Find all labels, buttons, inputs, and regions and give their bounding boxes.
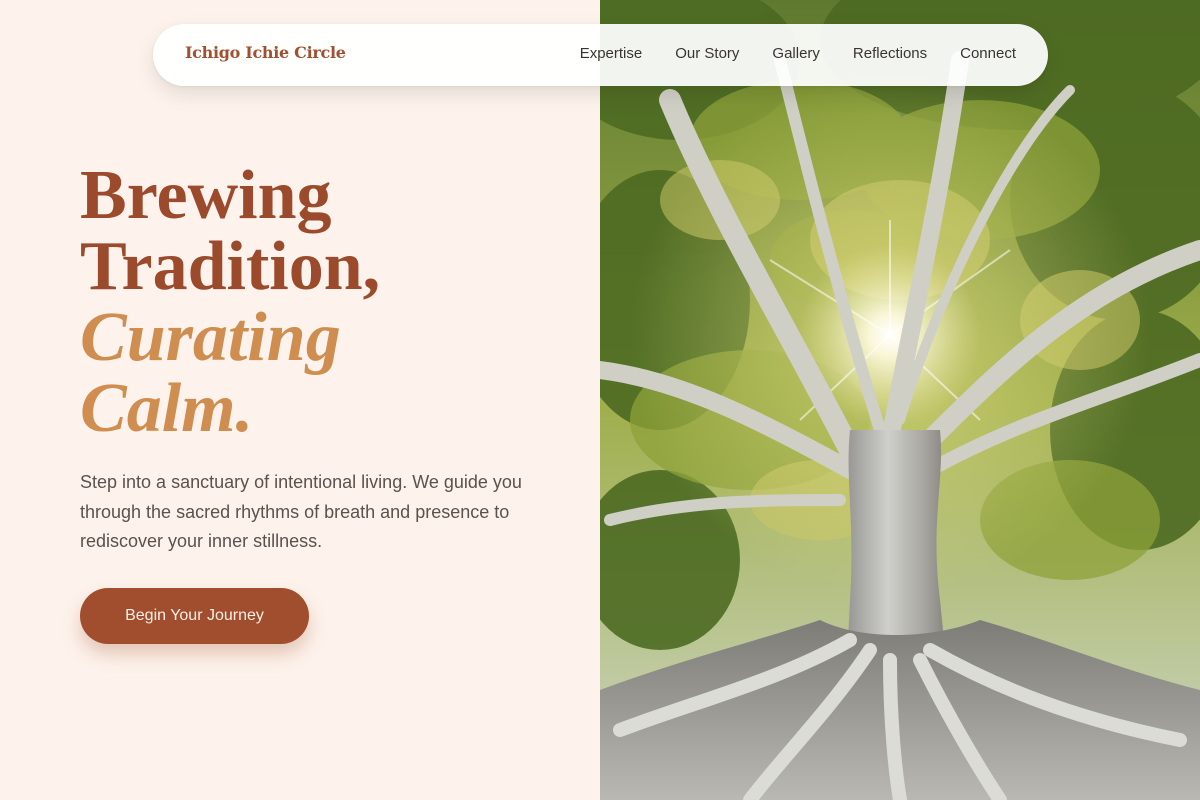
nav-item-expertise[interactable]: Expertise	[580, 45, 643, 62]
hero-description: Step into a sanctuary of intentional liv…	[80, 472, 522, 551]
nav-item-gallery[interactable]: Gallery	[772, 45, 820, 62]
hero-title-line-4: Calm.	[80, 370, 254, 447]
banyan-tree-photo	[600, 0, 1200, 800]
hero-title-line-1: Brewing	[80, 157, 332, 234]
hero-title: Brewing Tradition, Curating Calm.	[80, 160, 580, 444]
brand-logo[interactable]: Ichigo Ichie Circle	[185, 43, 346, 62]
top-navbar: Ichigo Ichie Circle Expertise Our Story …	[153, 24, 1048, 86]
nav-item-reflections[interactable]: Reflections	[853, 45, 927, 62]
nav-links: Expertise Our Story Gallery Reflections …	[580, 45, 1016, 62]
hero-title-line-2: Tradition,	[80, 228, 381, 305]
hero-title-line-3: Curating	[80, 299, 341, 376]
nav-item-our-story[interactable]: Our Story	[675, 45, 739, 62]
nav-item-connect[interactable]: Connect	[960, 45, 1016, 62]
hero-image	[600, 0, 1200, 800]
begin-journey-button[interactable]: Begin Your Journey	[80, 588, 309, 644]
